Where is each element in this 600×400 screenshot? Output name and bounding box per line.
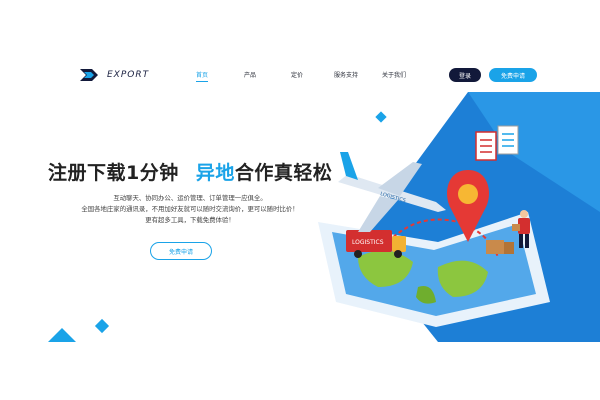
- nav-item-home[interactable]: 首页: [196, 70, 209, 82]
- nav-item-pricing[interactable]: 定价: [291, 70, 303, 79]
- logistics-illustration: LOGISTICS LOGISTICS: [318, 92, 600, 342]
- hero-title-part1: 注册下载1分钟: [48, 162, 179, 184]
- hero-desc-line: 互动聊天、协同办公、运价管理、订单管理一应俱全。: [113, 194, 267, 202]
- nav-item-label: 首页: [196, 72, 209, 79]
- nav-item-label: 关于我们: [382, 72, 407, 79]
- hero-desc-line: 更有超多工具，下载免费体验！: [145, 216, 235, 224]
- diamond-decoration: [94, 318, 110, 334]
- truck-label: LOGISTICS: [352, 239, 384, 246]
- cargo-box-icon: [486, 240, 514, 254]
- nav-active-underline: [196, 81, 208, 82]
- free-trial-button[interactable]: 免费申请: [150, 242, 212, 260]
- nav-item-products[interactable]: 产品: [244, 70, 256, 79]
- hero-title: 注册下载1分钟 异地合作真轻松: [48, 158, 332, 185]
- nav-item-support[interactable]: 服务支持: [334, 70, 358, 79]
- nav-item-about[interactable]: 关于我们: [382, 70, 406, 79]
- hero-title-highlight: 异地: [195, 162, 235, 184]
- login-button[interactable]: 登录: [449, 68, 481, 82]
- hero-desc-line: 全国各地庄家的通讯录，不用加好友就可以随时交流询价，更可以随时比价！: [81, 205, 299, 213]
- nav-item-label: 产品: [244, 72, 257, 79]
- free-apply-button[interactable]: 免费申请: [489, 68, 537, 82]
- half-diamond-decoration: [48, 328, 76, 342]
- nav-item-label: 定价: [291, 72, 304, 79]
- hero-description: 互动聊天、协同办公、运价管理、订单管理一应俱全。 全国各地庄家的通讯录，不用加好…: [60, 193, 320, 226]
- nav-item-label: 服务支持: [334, 72, 359, 79]
